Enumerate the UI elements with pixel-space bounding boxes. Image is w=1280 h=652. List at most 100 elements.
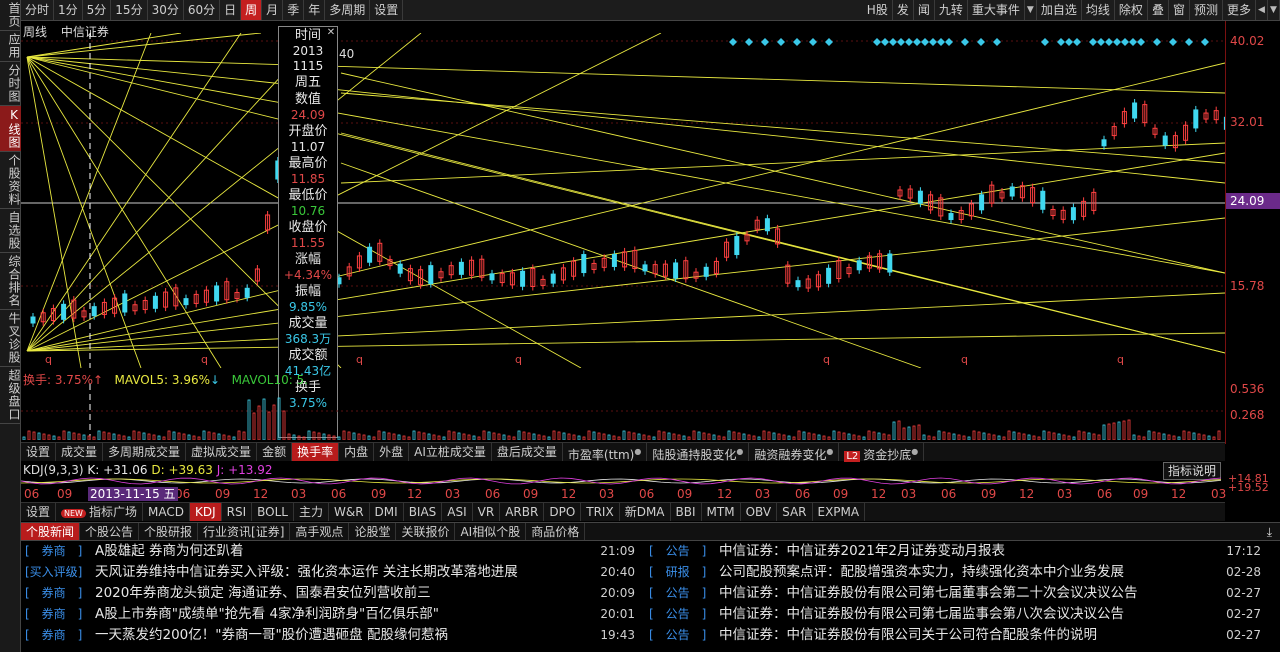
indicator-tab[interactable]: 内盘 (339, 443, 375, 461)
period-button[interactable]: 分时 (21, 0, 55, 20)
toolbar-action-button[interactable]: 闻 (914, 0, 935, 20)
period-button[interactable]: 年 (304, 0, 326, 20)
toolbar-action-button[interactable]: 九转 (935, 0, 968, 20)
indicator-tab[interactable]: 换手率 (292, 443, 340, 461)
indicator-tab[interactable]: 市盈率(ttm)● (563, 443, 648, 462)
period-button[interactable]: 月 (262, 0, 284, 20)
kdj-chart[interactable] (21, 475, 1225, 487)
toolbar-action-button[interactable]: 除权 (1115, 0, 1148, 20)
news-title[interactable]: 中信证券：中信证券股份有限公司第七届监事会第八次会议决议公告 (719, 604, 1124, 625)
news-title[interactable]: A股雄起 券商为何还趴着 (95, 541, 244, 562)
left-nav-item[interactable]: 综合排名 (0, 253, 21, 310)
indicator-tab[interactable]: ASI (442, 503, 473, 521)
news-title[interactable]: 公司配股预案点评：配股增强资本实力，持续强化资本中介业务发展 (719, 562, 1124, 583)
period-button[interactable]: 多周期 (325, 0, 371, 20)
indicator-tab[interactable]: 外盘 (374, 443, 410, 461)
indicator-tab[interactable]: 陆股通持股变化● (647, 443, 750, 462)
indicator-tab[interactable]: 虚拟成交量 (186, 443, 258, 461)
left-nav-item[interactable]: 应用 (0, 31, 21, 62)
close-icon[interactable]: ✕ (325, 27, 337, 39)
indicator-tab[interactable]: EXPMA (813, 503, 866, 521)
indicator-tab[interactable]: OBV (741, 503, 778, 521)
turnover-chart[interactable] (21, 384, 1225, 440)
indicator-tab[interactable]: TRIX (581, 503, 620, 521)
period-button[interactable]: 5分 (83, 0, 112, 20)
period-button[interactable]: 周 (241, 0, 263, 20)
indicator-tab[interactable]: 新DMA (620, 503, 671, 521)
left-nav-item[interactable]: K线图 (0, 106, 21, 152)
indicator-tab[interactable]: 多周期成交量 (103, 443, 187, 461)
indicator-tab[interactable]: BOLL (252, 503, 294, 521)
indicator-tab[interactable]: 融资融券变化● (749, 443, 840, 462)
left-nav-item[interactable]: 个股资料 (0, 152, 21, 209)
indicator-tab[interactable]: 盘后成交量 (492, 443, 563, 461)
toolbar-action-button[interactable]: 更多 (1223, 0, 1256, 20)
news-title[interactable]: 一天蒸发约200亿！"券商一哥"股价遭遇砸盘 配股缘何惹祸 (95, 625, 448, 646)
period-button[interactable]: 60分 (184, 0, 221, 20)
news-tab[interactable]: 商品价格 (526, 523, 586, 540)
indicator-tab[interactable]: 成交量 (56, 443, 104, 461)
indicator-tab[interactable]: L2 资金抄底● (839, 443, 925, 462)
news-item[interactable]: [ 公告 ] 中信证券：中信证券股份有限公司第七届监事会第八次会议决议公告 02-2… (645, 604, 1265, 625)
indicator-tab[interactable]: BBI (671, 503, 702, 521)
indicator-tab[interactable]: 设置 (21, 443, 57, 461)
news-item[interactable]: [ 公告 ] 中信证券：中信证券股份有限公司第七届董事会第二十次会议决议公告 02-… (645, 583, 1265, 604)
news-item[interactable]: [ 券商 ] 2020年券商龙头锁定 海通证券、国泰君安位列营收前三 20:09 (21, 583, 639, 604)
toolbar-action-button[interactable]: H股 (863, 0, 893, 20)
left-nav-item[interactable]: 超级盘口 (0, 367, 21, 424)
indicator-tab[interactable]: RSI (222, 503, 253, 521)
toolbar-action-button[interactable]: 窗 (1169, 0, 1190, 20)
toolbar-action-button[interactable]: 重大事件 (968, 0, 1025, 20)
dropdown-arrow-icon[interactable]: ▼ (1025, 0, 1037, 20)
news-title[interactable]: 2020年券商龙头锁定 海通证券、国泰君安位列营收前三 (95, 583, 431, 604)
indicator-tab[interactable]: 主力 (294, 503, 329, 521)
indicator-tab[interactable]: 设置 (21, 503, 57, 521)
indicator-tab[interactable]: W&R (329, 503, 370, 521)
toolbar-action-button[interactable]: 预测 (1190, 0, 1223, 20)
news-tab[interactable]: 行业资讯[证券] (198, 523, 291, 540)
indicator-tab[interactable]: DMI (370, 503, 404, 521)
toolbar-action-button[interactable]: 均线 (1082, 0, 1115, 20)
period-button[interactable]: 15分 (111, 0, 148, 20)
left-nav-item[interactable]: 牛叉诊股 (0, 310, 21, 367)
news-tab[interactable]: 个股新闻 (21, 523, 81, 540)
left-nav-item[interactable]: 分时图 (0, 62, 21, 106)
toolbar-action-button[interactable]: 加自选 (1037, 0, 1082, 20)
indicator-tab[interactable]: SAR (777, 503, 813, 521)
kline-chart[interactable]: q q q q q q q 40 (21, 33, 1225, 368)
news-title[interactable]: 天风证券维持中信证券买入评级：强化资本运作 关注长期改革落地进展 (95, 562, 518, 583)
news-item[interactable]: [ 研报 ] 公司配股预案点评：配股增强资本实力，持续强化资本中介业务发展 02-2… (645, 562, 1265, 583)
indicator-tab[interactable]: KDJ (189, 503, 222, 521)
news-tab[interactable]: AI相似个股 (455, 523, 527, 540)
news-item[interactable]: [买入评级] 天风证券维持中信证券买入评级：强化资本运作 关注长期改革落地进展 20… (21, 562, 639, 583)
news-tab[interactable]: 个股公告 (80, 523, 140, 540)
toolbar-action-button[interactable]: 发 (893, 0, 914, 20)
left-nav-item[interactable]: 首页 (0, 0, 21, 31)
news-tab[interactable]: 高手观点 (290, 523, 350, 540)
news-item[interactable]: [ 公告 ] 中信证券：中信证券股份有限公司关于公司符合配股条件的说明 02-27 (645, 625, 1265, 646)
news-item[interactable]: [ 券商 ] A股雄起 券商为何还趴着 21:09 (21, 541, 639, 562)
news-item[interactable]: [ 券商 ] 一天蒸发约200亿！"券商一哥"股价遭遇砸盘 配股缘何惹祸 19:43 (21, 625, 639, 646)
download-icon[interactable]: ⤓ (1267, 523, 1272, 541)
toolbar-action-button[interactable]: 叠 (1148, 0, 1169, 20)
indicator-tab[interactable]: ARBR (500, 503, 545, 521)
news-title[interactable]: 中信证券：中信证券股份有限公司关于公司符合配股条件的说明 (719, 625, 1097, 646)
indicator-tab[interactable]: DPO (544, 503, 582, 521)
news-title[interactable]: 中信证券：中信证券股份有限公司第七届董事会第二十次会议决议公告 (719, 583, 1138, 604)
news-tab[interactable]: 论股堂 (349, 523, 397, 540)
indicator-tab[interactable]: MACD (143, 503, 190, 521)
news-title[interactable]: 中信证券：中信证券2021年2月证券变动月报表 (719, 541, 1005, 562)
news-tab[interactable]: 个股研报 (139, 523, 199, 540)
indicator-tab[interactable]: VR (473, 503, 501, 521)
news-tab[interactable]: 关联报价 (396, 523, 456, 540)
indicator-tab[interactable]: BIAS (404, 503, 443, 521)
indicator-tab[interactable]: 金额 (257, 443, 293, 461)
period-button[interactable]: 日 (220, 0, 242, 20)
news-item[interactable]: [ 券商 ] A股上市券商"成绩单"抢先看 4家净利润跻身"百亿俱乐部" 20:01 (21, 604, 639, 625)
indicator-tab[interactable]: NEW 指标广场 (56, 503, 143, 521)
news-title[interactable]: A股上市券商"成绩单"抢先看 4家净利润跻身"百亿俱乐部" (95, 604, 439, 625)
left-nav-item[interactable]: 自选股 (0, 209, 21, 253)
period-button[interactable]: 季 (283, 0, 305, 20)
news-item[interactable]: [ 公告 ] 中信证券：中信证券2021年2月证券变动月报表 17:12 (645, 541, 1265, 562)
indicator-tab[interactable]: AI立桩成交量 (409, 443, 492, 461)
